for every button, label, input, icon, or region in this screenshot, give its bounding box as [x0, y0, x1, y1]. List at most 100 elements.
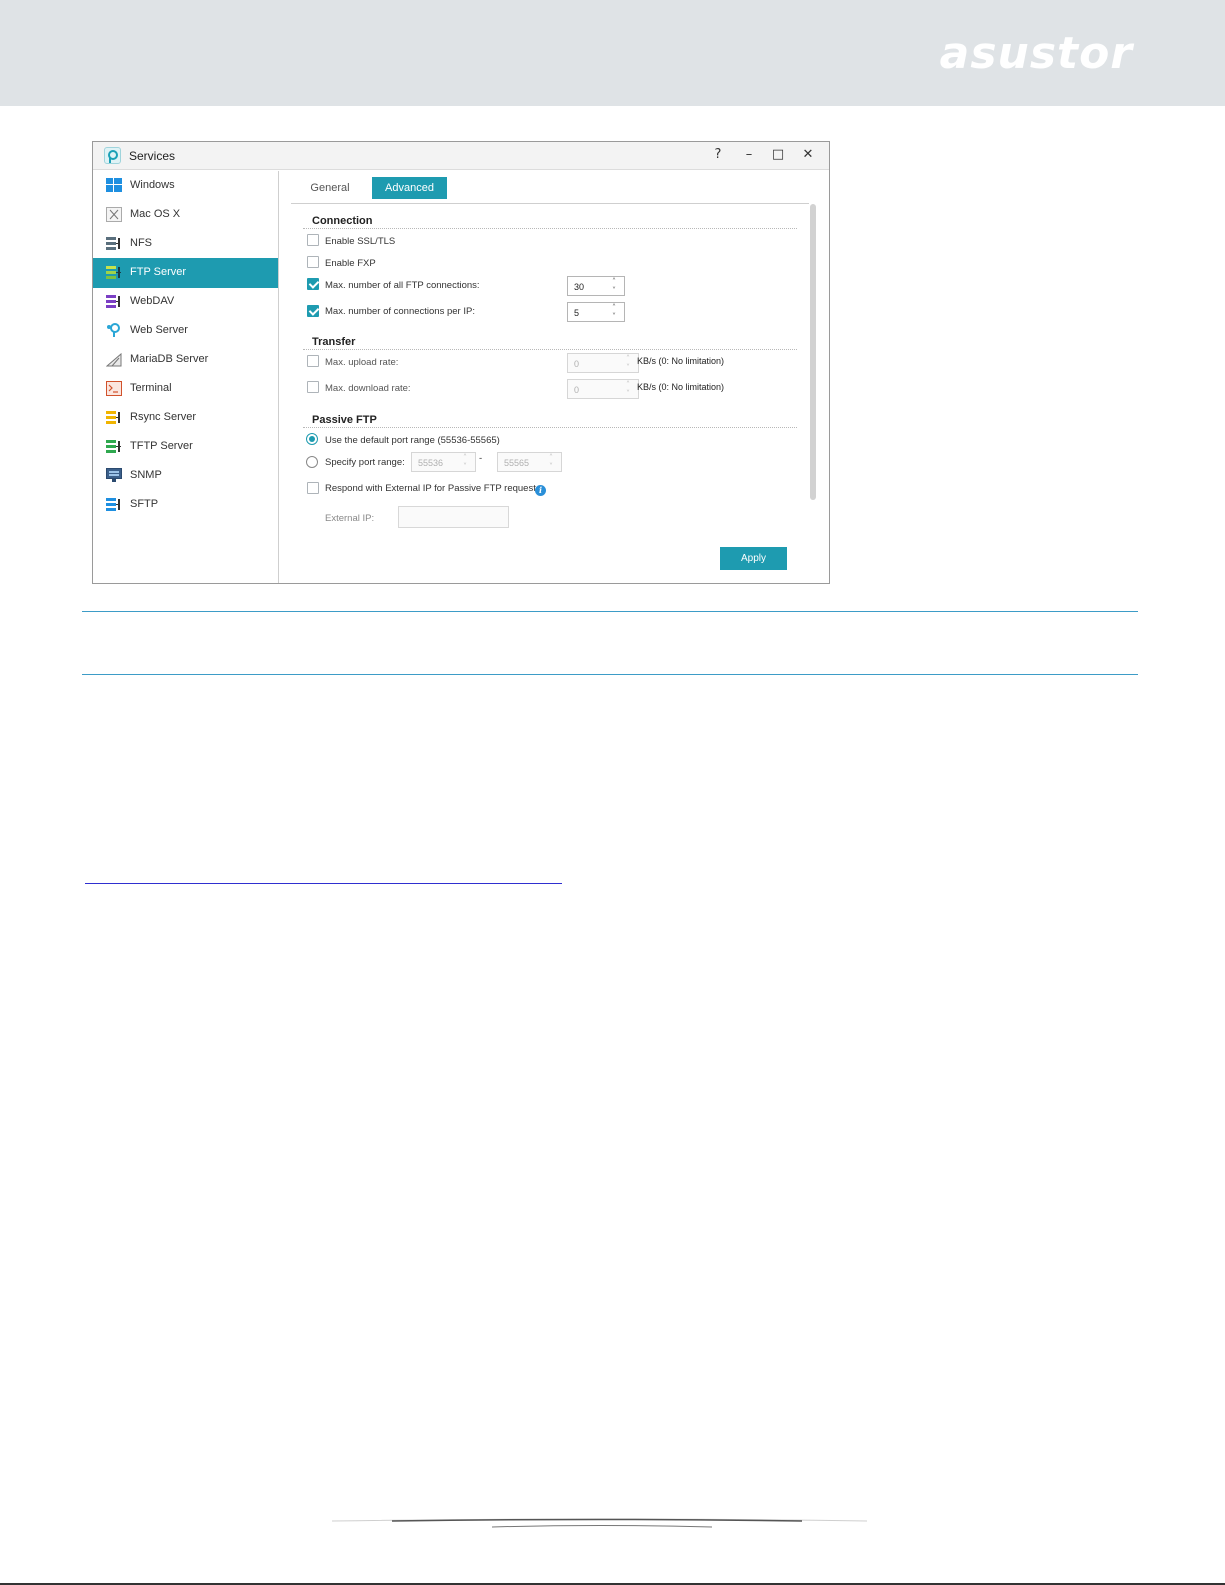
max-upload-rate-checkbox[interactable]: [307, 355, 319, 367]
sidebar-item-label: Terminal: [130, 382, 172, 394]
sidebar-item-label: Mac OS X: [130, 208, 181, 220]
services-app-icon: [104, 147, 121, 164]
sidebar-item-mac-os-x[interactable]: Mac OS X: [93, 200, 278, 230]
max-per-ip-checkbox[interactable]: [307, 305, 319, 317]
chevron-up-icon[interactable]: ˄: [546, 454, 556, 462]
sidebar-item-web-server[interactable]: Web Server: [93, 316, 278, 346]
chevron-down-icon[interactable]: ˅: [546, 463, 556, 471]
sidebar-item-label: NFS: [130, 237, 152, 249]
section-rule-bottom: [82, 674, 1138, 675]
sidebar-item-sftp[interactable]: SFTP: [93, 490, 278, 520]
section-divider: [303, 228, 797, 229]
tab-advanced[interactable]: Advanced: [372, 177, 447, 199]
ftp-server-icon: [106, 266, 121, 279]
upload-rate-unit: KB/s (0: No limitation): [637, 356, 725, 366]
chevron-up-icon[interactable]: ˄: [460, 454, 470, 462]
sidebar-item-nfs[interactable]: NFS: [93, 229, 278, 259]
rsync-icon: [106, 411, 120, 424]
port-range-to-stepper[interactable]: 55565 ˄ ˅: [497, 452, 562, 472]
maximize-button[interactable]: □: [765, 145, 791, 165]
max-download-rate-checkbox[interactable]: [307, 381, 319, 393]
max-all-connections-label: Max. number of all FTP connections:: [325, 280, 480, 291]
sidebar-item-tftp-server[interactable]: TFTP Server: [93, 432, 278, 462]
tab-divider: [291, 203, 809, 204]
section-divider: [303, 349, 797, 350]
footer-swoosh-decoration: [332, 1518, 867, 1528]
chevron-up-icon[interactable]: ˄: [609, 304, 619, 312]
max-all-connections-checkbox[interactable]: [307, 278, 319, 290]
snmp-icon: [106, 468, 122, 482]
max-upload-rate-label: Max. upload rate:: [325, 357, 399, 368]
sidebar-item-windows[interactable]: Windows: [93, 171, 278, 201]
sidebar-item-label: Web Server: [130, 324, 188, 336]
sftp-icon: [106, 498, 120, 511]
terminal-icon: [106, 381, 122, 396]
sidebar-item-ftp-server[interactable]: FTP Server: [93, 258, 278, 288]
window-title: Services: [129, 149, 176, 163]
stepper-value: 55565: [504, 458, 530, 468]
port-range-from-stepper[interactable]: 55536 ˄ ˅: [411, 452, 476, 472]
enable-ssl-checkbox[interactable]: [307, 234, 319, 246]
section-divider: [303, 427, 797, 428]
services-window: Services ? – □ ✕ Windows Mac OS X NFS FT…: [92, 141, 830, 584]
stepper-value: 30: [574, 282, 585, 292]
help-icon[interactable]: ?: [705, 145, 731, 165]
max-all-connections-stepper[interactable]: 30 ˄ ˅: [567, 276, 625, 296]
apply-button[interactable]: Apply: [720, 547, 787, 570]
sidebar-item-snmp[interactable]: SNMP: [93, 461, 278, 491]
window-titlebar: Services ? – □ ✕: [93, 142, 829, 170]
default-port-range-radio[interactable]: [306, 433, 318, 445]
download-rate-unit: KB/s (0: No limitation): [637, 382, 725, 392]
enable-ssl-label: Enable SSL/TLS: [325, 236, 396, 247]
connection-section-title: Connection: [312, 215, 373, 227]
download-rate-stepper[interactable]: 0 ˄ ˅: [567, 379, 639, 399]
stepper-value: 55536: [418, 458, 444, 468]
sidebar-item-label: SFTP: [130, 498, 159, 510]
chevron-down-icon[interactable]: ˅: [609, 313, 619, 321]
sidebar-item-label: SNMP: [130, 469, 162, 481]
webdav-icon: [106, 295, 120, 308]
external-ip-option-label: Respond with External IP for Passive FTP…: [325, 483, 536, 494]
sidebar-item-label: MariaDB Server: [130, 353, 209, 365]
external-ip-input[interactable]: [398, 506, 509, 528]
chevron-up-icon[interactable]: ˄: [623, 355, 633, 363]
upload-rate-stepper[interactable]: 0 ˄ ˅: [567, 353, 639, 373]
chevron-down-icon[interactable]: ˅: [623, 364, 633, 372]
chevron-up-icon[interactable]: ˄: [609, 278, 619, 286]
link-underline: [85, 883, 562, 884]
external-ip-checkbox[interactable]: [307, 482, 319, 494]
windows-icon: [106, 178, 122, 192]
chevron-down-icon[interactable]: ˅: [623, 390, 633, 398]
tab-general[interactable]: General: [299, 177, 361, 199]
sidebar-item-label: TFTP Server: [130, 440, 193, 452]
specify-port-range-label: Specify port range:: [325, 457, 405, 468]
max-per-ip-stepper[interactable]: 5 ˄ ˅: [567, 302, 625, 322]
sidebar-item-webdav[interactable]: WebDAV: [93, 287, 278, 317]
tftp-icon: [106, 440, 121, 453]
minimize-button[interactable]: –: [736, 145, 762, 165]
chevron-down-icon[interactable]: ˅: [460, 463, 470, 471]
info-icon[interactable]: i: [535, 485, 546, 496]
chevron-down-icon[interactable]: ˅: [609, 287, 619, 295]
max-download-rate-label: Max. download rate:: [325, 383, 411, 394]
max-per-ip-label: Max. number of connections per IP:: [325, 306, 475, 317]
passive-ftp-section-title: Passive FTP: [312, 414, 377, 426]
sidebar-item-mariadb-server[interactable]: MariaDB Server: [93, 345, 278, 375]
scrollbar[interactable]: [810, 204, 816, 500]
specify-port-range-radio[interactable]: [306, 456, 318, 468]
enable-fxp-checkbox[interactable]: [307, 256, 319, 268]
sidebar-item-terminal[interactable]: Terminal: [93, 374, 278, 404]
sidebar-item-label: Rsync Server: [130, 411, 197, 423]
sidebar-item-label: Windows: [130, 179, 175, 191]
mac-icon: [106, 207, 122, 222]
mariadb-icon: [106, 352, 122, 367]
page-header: asustor: [0, 0, 1225, 106]
external-ip-label: External IP:: [325, 513, 375, 524]
enable-fxp-label: Enable FXP: [325, 258, 376, 269]
transfer-section-title: Transfer: [312, 336, 356, 348]
chevron-up-icon[interactable]: ˄: [623, 381, 633, 389]
close-button[interactable]: ✕: [795, 145, 821, 165]
section-rule-top: [82, 611, 1138, 612]
stepper-value: 5: [574, 308, 580, 318]
sidebar-item-rsync-server[interactable]: Rsync Server: [93, 403, 278, 433]
